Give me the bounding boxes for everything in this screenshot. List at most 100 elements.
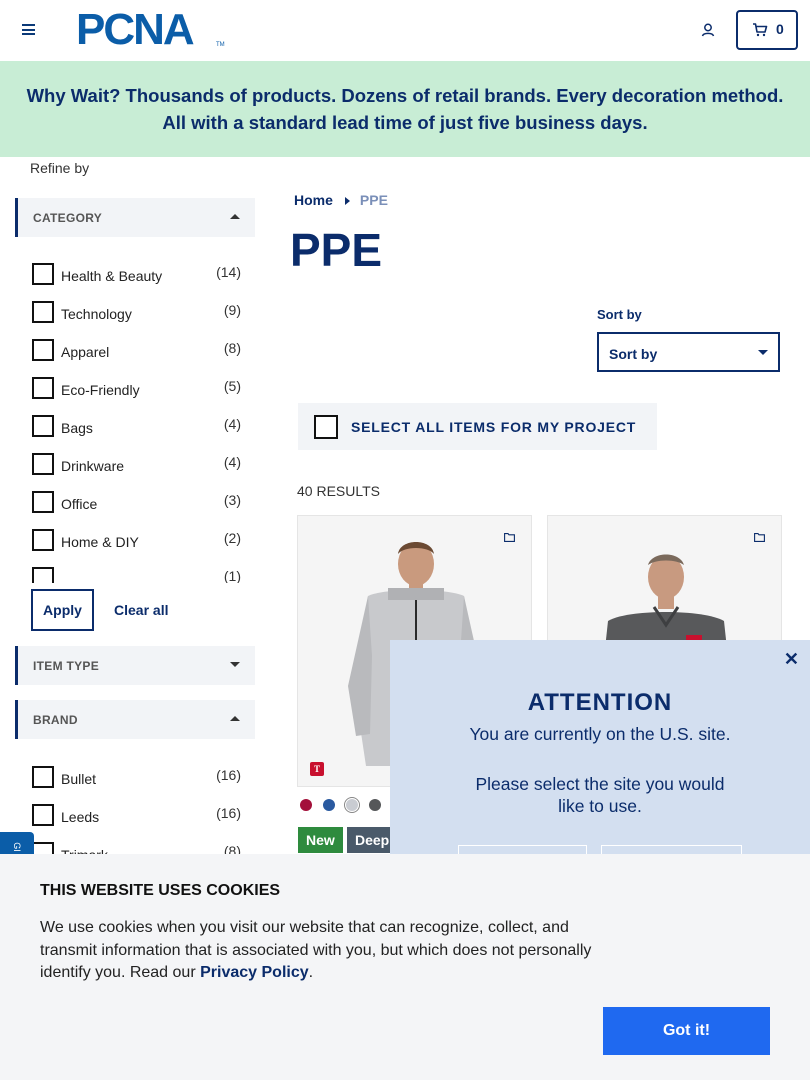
select-all-label: SELECT ALL ITEMS FOR MY PROJECT bbox=[351, 419, 637, 435]
option-label: Drinkware bbox=[61, 458, 125, 474]
chevron-up-icon bbox=[230, 214, 240, 219]
option-count: (9) bbox=[223, 302, 241, 318]
option-label: Home & DIY bbox=[61, 534, 139, 550]
checkbox[interactable] bbox=[32, 339, 54, 361]
color-swatch[interactable] bbox=[323, 799, 335, 811]
category-option[interactable]: (1) bbox=[32, 565, 242, 583]
checkbox[interactable] bbox=[32, 766, 54, 788]
checkbox[interactable] bbox=[32, 804, 54, 826]
modal-current-site-text: You are currently on the U.S. site. bbox=[469, 724, 731, 744]
site-selection-modal: ✕ ATTENTION You are currently on the U.S… bbox=[390, 640, 810, 859]
breadcrumb: Home PPE bbox=[294, 192, 388, 208]
brand-facet-header[interactable]: BRAND bbox=[15, 700, 255, 739]
option-label: Leeds bbox=[61, 809, 100, 825]
checkbox[interactable] bbox=[32, 415, 54, 437]
cookie-consent-banner: THIS WEBSITE USES COOKIES We use cookies… bbox=[0, 854, 810, 1080]
color-swatch[interactable] bbox=[300, 799, 312, 811]
modal-title: ATTENTION bbox=[527, 689, 673, 716]
menu-icon[interactable] bbox=[22, 24, 35, 35]
cookie-title: THIS WEBSITE USES COOKIES bbox=[40, 882, 281, 899]
refine-by-label: Refine by bbox=[30, 160, 90, 176]
option-label: Health & Beauty bbox=[61, 268, 163, 284]
site-header: PCNA TM 0 bbox=[0, 0, 810, 61]
caret-right-icon bbox=[344, 197, 350, 206]
sort-label: Sort by bbox=[597, 307, 642, 322]
cookie-body: We use cookies when you visit our websit… bbox=[40, 917, 620, 985]
option-count: (14) bbox=[216, 264, 241, 280]
option-label: Bags bbox=[61, 420, 93, 436]
category-option[interactable]: Office (3) bbox=[32, 489, 242, 515]
color-swatch[interactable] bbox=[346, 799, 358, 811]
cookie-body-text: We use cookies when you visit our websit… bbox=[40, 919, 592, 981]
sort-select[interactable]: Sort by bbox=[597, 332, 780, 372]
category-option[interactable]: Apparel (8) bbox=[32, 337, 242, 363]
account-icon[interactable] bbox=[700, 22, 716, 38]
option-count: (16) bbox=[216, 767, 241, 783]
brand-facet-title: BRAND bbox=[33, 713, 78, 727]
category-option[interactable]: Eco-Friendly (5) bbox=[32, 375, 242, 401]
option-count: (8) bbox=[223, 340, 241, 356]
chevron-down-icon bbox=[758, 350, 768, 355]
breadcrumb-current: PPE bbox=[359, 192, 388, 208]
promo-banner-text: Why Wait? Thousands of products. Dozens … bbox=[26, 85, 784, 133]
apply-button[interactable]: Apply bbox=[31, 589, 94, 631]
category-option[interactable]: Drinkware (4) bbox=[32, 451, 242, 477]
chevron-up-icon bbox=[230, 716, 240, 721]
select-all-checkbox[interactable] bbox=[314, 415, 338, 439]
chevron-down-icon bbox=[230, 662, 240, 667]
promo-banner: Why Wait? Thousands of products. Dozens … bbox=[0, 61, 810, 157]
color-swatch[interactable] bbox=[369, 799, 381, 811]
checkbox[interactable] bbox=[32, 491, 54, 513]
breadcrumb-home[interactable]: Home bbox=[294, 192, 333, 208]
results-count: 40 RESULTS bbox=[297, 483, 380, 499]
cart-button[interactable]: 0 bbox=[736, 10, 798, 50]
cookie-body-period: . bbox=[308, 964, 314, 981]
privacy-policy-link[interactable]: Privacy Policy bbox=[200, 964, 309, 981]
select-all-items[interactable]: SELECT ALL ITEMS FOR MY PROJECT bbox=[298, 403, 657, 450]
category-option[interactable]: Home & DIY (2) bbox=[32, 527, 242, 553]
accept-cookies-button[interactable]: Got it! bbox=[603, 1007, 770, 1055]
checkbox[interactable] bbox=[32, 377, 54, 399]
item-type-facet-header[interactable]: ITEM TYPE bbox=[15, 646, 255, 685]
sort-select-value: Sort by bbox=[609, 346, 658, 362]
category-options-list[interactable]: Health & Beauty (14) Technology (9) Appa… bbox=[0, 255, 260, 583]
option-label: Apparel bbox=[61, 344, 110, 360]
checkbox[interactable] bbox=[32, 567, 54, 583]
page-title: PPE bbox=[290, 224, 383, 276]
clear-all-link[interactable]: Clear all bbox=[114, 602, 168, 618]
category-option[interactable]: Health & Beauty (14) bbox=[32, 261, 242, 287]
checkbox[interactable] bbox=[32, 263, 54, 285]
category-facet-title: CATEGORY bbox=[33, 211, 103, 225]
option-label: Eco-Friendly bbox=[61, 382, 140, 398]
option-count: (4) bbox=[223, 454, 241, 470]
category-facet-header[interactable]: CATEGORY bbox=[15, 198, 255, 237]
option-count: (5) bbox=[223, 378, 241, 394]
option-count: (2) bbox=[223, 530, 241, 546]
pcna-logo[interactable]: PCNA bbox=[76, 8, 195, 52]
folder-icon[interactable] bbox=[504, 533, 515, 542]
option-count: (16) bbox=[216, 805, 241, 821]
brand-option[interactable]: Bullet (16) bbox=[32, 764, 242, 790]
option-label: Technology bbox=[61, 306, 132, 322]
close-icon[interactable]: ✕ bbox=[784, 649, 799, 670]
option-count: (4) bbox=[223, 416, 241, 432]
modal-instruction-text: Please select the site you would like to… bbox=[475, 774, 725, 816]
folder-icon[interactable] bbox=[754, 533, 765, 542]
option-label: Office bbox=[61, 496, 98, 512]
category-option[interactable]: Bags (4) bbox=[32, 413, 242, 439]
side-tab-label: GI bbox=[11, 842, 22, 852]
option-label: Bullet bbox=[61, 771, 97, 787]
checkbox[interactable] bbox=[32, 453, 54, 475]
option-count: (3) bbox=[223, 492, 241, 508]
cart-icon bbox=[753, 23, 768, 37]
cart-count: 0 bbox=[776, 21, 784, 37]
option-count: (1) bbox=[223, 568, 241, 583]
logo-trademark: TM bbox=[216, 42, 225, 48]
new-badge: New bbox=[298, 827, 343, 853]
brand-logo-badge: T bbox=[310, 762, 324, 776]
checkbox[interactable] bbox=[32, 301, 54, 323]
item-type-facet-title: ITEM TYPE bbox=[33, 659, 100, 673]
checkbox[interactable] bbox=[32, 529, 54, 551]
brand-option[interactable]: Leeds (16) bbox=[32, 802, 242, 828]
category-option[interactable]: Technology (9) bbox=[32, 299, 242, 325]
